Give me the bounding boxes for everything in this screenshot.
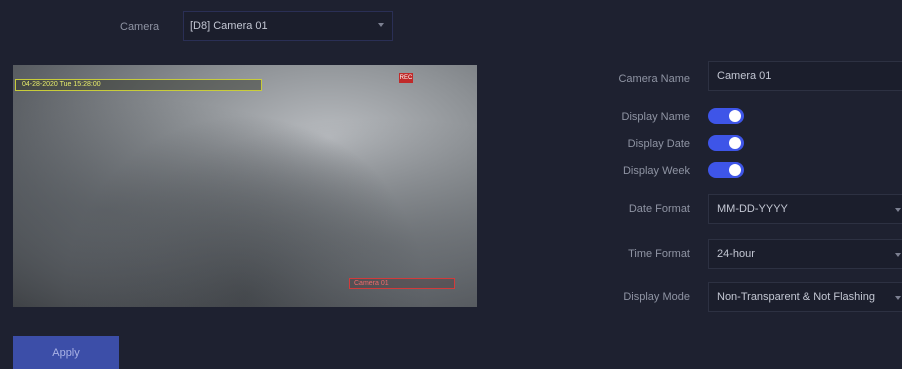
- camera-name-input[interactable]: Camera 01: [708, 61, 902, 91]
- osd-camera-name-box[interactable]: Camera 01: [349, 278, 455, 289]
- chevron-down-icon: [378, 23, 384, 27]
- chevron-down-icon: [895, 296, 901, 300]
- time-format-label: Time Format: [628, 248, 690, 260]
- camera-select[interactable]: [D8] Camera 01: [183, 11, 393, 41]
- display-mode-value: Non-Transparent & Not Flashing: [717, 291, 875, 303]
- date-format-label: Date Format: [628, 203, 690, 215]
- display-name-label: Display Name: [621, 111, 690, 123]
- osd-record-marker: REC: [399, 73, 413, 83]
- toggle-knob: [729, 137, 741, 149]
- display-name-toggle[interactable]: [708, 108, 744, 124]
- display-date-label: Display Date: [627, 138, 690, 150]
- toggle-knob: [729, 164, 741, 176]
- chevron-down-icon: [895, 253, 901, 257]
- time-format-value: 24-hour: [717, 248, 755, 260]
- display-date-toggle[interactable]: [708, 135, 744, 151]
- toggle-knob: [729, 110, 741, 122]
- osd-datetime-box[interactable]: 04-28-2020 Tue 15:28:00: [15, 79, 262, 91]
- chevron-down-icon: [895, 208, 901, 212]
- date-format-select[interactable]: MM-DD-YYYY: [708, 194, 902, 224]
- camera-name-label: Camera Name: [618, 73, 690, 85]
- camera-select-value: [D8] Camera 01: [190, 20, 268, 32]
- display-week-toggle[interactable]: [708, 162, 744, 178]
- camera-label: Camera: [120, 21, 160, 33]
- time-format-select[interactable]: 24-hour: [708, 239, 902, 269]
- apply-button[interactable]: Apply: [13, 336, 119, 369]
- display-week-label: Display Week: [622, 165, 690, 177]
- camera-preview: 04-28-2020 Tue 15:28:00 REC Camera 01: [13, 65, 477, 307]
- display-mode-label: Display Mode: [623, 291, 690, 303]
- date-format-value: MM-DD-YYYY: [717, 203, 788, 215]
- display-mode-select[interactable]: Non-Transparent & Not Flashing: [708, 282, 902, 312]
